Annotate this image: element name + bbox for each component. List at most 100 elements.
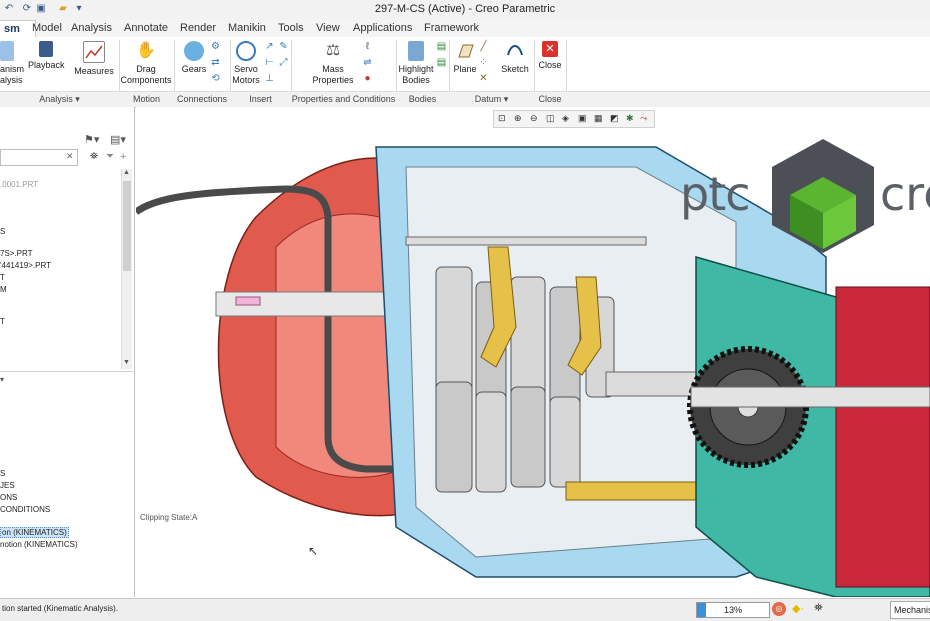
plane-icon bbox=[455, 41, 475, 61]
tree-columns-icon[interactable]: ▤▾ bbox=[110, 133, 126, 146]
ribbon-tabs: sm Model Analysis Annotate Render Maniki… bbox=[0, 20, 930, 38]
mechanism-analysis-button[interactable]: anism alysis bbox=[0, 41, 28, 86]
tree-item[interactable]: .0001.PRT bbox=[0, 180, 38, 189]
tree-settings-icon[interactable]: ⚑▾ bbox=[84, 133, 99, 146]
sketch-icon bbox=[505, 41, 525, 61]
tree-scrollbar[interactable]: ▲ ▼ bbox=[121, 169, 132, 369]
tree-item[interactable]: ONS bbox=[0, 493, 17, 502]
tree-item[interactable]: notion (KINEMATICS) bbox=[0, 540, 78, 549]
group-label-connections: Connections bbox=[176, 94, 228, 104]
body-icon[interactable]: ▤ bbox=[436, 41, 447, 52]
damper-icon[interactable]: ⇄ bbox=[210, 57, 221, 68]
gears-button[interactable]: Gears bbox=[178, 41, 210, 75]
connect-icon[interactable]: ⇌ bbox=[362, 57, 373, 68]
stop-icon[interactable]: ● bbox=[362, 73, 373, 84]
mass-icon: ⚖ bbox=[325, 42, 341, 59]
servo-motor-icon bbox=[236, 41, 256, 61]
force-motor-icon[interactable]: ↗ bbox=[264, 41, 275, 52]
termination-icon[interactable]: ⤢ bbox=[278, 57, 289, 68]
scroll-down-icon[interactable]: ▼ bbox=[123, 359, 130, 366]
plane-button[interactable]: Plane bbox=[452, 41, 478, 75]
close-button[interactable]: ✕ Close bbox=[536, 41, 564, 71]
hand-icon: ✋ bbox=[136, 42, 156, 59]
group-label-analysis[interactable]: Analysis ▾ bbox=[0, 94, 119, 105]
scroll-up-icon[interactable]: ▲ bbox=[123, 169, 130, 176]
group-label-datum[interactable]: Datum ▾ bbox=[449, 94, 534, 105]
status-message: tion started (Kinematic Analysis). bbox=[2, 604, 119, 613]
force-icon[interactable]: ⊢ bbox=[264, 57, 275, 68]
ribbon: anism alysis Playback Measures ✋ Drag Co… bbox=[0, 37, 930, 91]
tree-item[interactable]: T bbox=[0, 273, 5, 282]
progress-text: 13% bbox=[723, 605, 742, 615]
tab-tools[interactable]: Tools bbox=[273, 20, 309, 37]
group-label-properties: Properties and Conditions bbox=[291, 94, 396, 104]
graphics-viewport[interactable]: ⊡ ⊕ ⊖ ◫ ◈ ▣ ▦ ◩ ✱ ⤳ ptc cr Clipping Stat… bbox=[136, 107, 930, 597]
measures-button[interactable]: Measures bbox=[74, 41, 114, 77]
mechanism-analysis-icon bbox=[0, 41, 14, 61]
measures-icon bbox=[83, 41, 105, 63]
tree-item[interactable]: S bbox=[0, 469, 5, 478]
highlight-bodies-icon bbox=[408, 41, 424, 61]
title-bar: ↶ ⟳ ▣ ▰ ▾ 297-M-CS (Active) - Creo Param… bbox=[0, 0, 930, 21]
clear-search-icon[interactable]: ✕ bbox=[66, 151, 74, 162]
close-icon: ✕ bbox=[542, 41, 558, 57]
playback-icon bbox=[39, 41, 53, 57]
group-label-insert: Insert bbox=[249, 94, 272, 104]
group-label-close: Close bbox=[538, 94, 562, 104]
servo-motors-button[interactable]: Servo Motors bbox=[230, 41, 262, 86]
stop-analysis-icon[interactable]: ◎ bbox=[772, 602, 786, 616]
tab-framework[interactable]: Framework bbox=[419, 20, 484, 37]
tab-applications[interactable]: Applications bbox=[348, 20, 417, 37]
status-bar: tion started (Kinematic Analysis). 13% ◎… bbox=[0, 598, 930, 621]
tab-view[interactable]: View bbox=[311, 20, 345, 37]
tree-item[interactable]: JES bbox=[0, 481, 15, 490]
progress-bar: 13% bbox=[696, 602, 770, 618]
sketch-button[interactable]: Sketch bbox=[500, 41, 530, 75]
tree-item[interactable]: T bbox=[0, 317, 5, 326]
binoculars-icon[interactable]: ⛯ bbox=[814, 602, 823, 615]
tree-item[interactable]: '441419>.PRT bbox=[0, 261, 51, 270]
shaft-spline bbox=[235, 296, 261, 306]
mode-selector[interactable]: Mechanis bbox=[890, 601, 930, 619]
mouse-cursor-icon: ↖ bbox=[308, 544, 319, 558]
tree-item[interactable]: M bbox=[0, 285, 7, 294]
point-icon[interactable]: ⁘ bbox=[478, 57, 489, 68]
tab-model[interactable]: Model bbox=[27, 20, 67, 37]
initial-condition-icon[interactable]: ✎ bbox=[278, 41, 289, 52]
measure-icon[interactable]: ℓ bbox=[362, 41, 373, 52]
filter-icon[interactable]: ⏷ bbox=[106, 151, 114, 162]
add-icon[interactable]: + bbox=[120, 151, 126, 163]
ribbon-group-labels: Analysis ▾ Motion Connections Insert Pro… bbox=[0, 91, 930, 108]
tab-manikin[interactable]: Manikin bbox=[223, 20, 271, 37]
mass-properties-button[interactable]: ⚖ Mass Properties bbox=[306, 41, 360, 86]
rear-red-part bbox=[835, 286, 930, 588]
playback-light-icon[interactable]: ◆· bbox=[792, 602, 804, 615]
belt-icon[interactable]: ⟲ bbox=[210, 73, 221, 84]
tree-item[interactable]: 7S>.PRT bbox=[0, 249, 33, 258]
csys-icon[interactable]: ✕ bbox=[478, 73, 489, 84]
output-shaft-front bbox=[690, 386, 930, 408]
creo-logo-text: cre bbox=[880, 167, 930, 221]
ptc-logo-text: ptc bbox=[680, 167, 751, 221]
tab-render[interactable]: Render bbox=[175, 20, 221, 37]
tree-item-selected[interactable]: on (KINEMATICS) bbox=[0, 527, 69, 538]
collapse-icon[interactable]: ▾ bbox=[0, 375, 4, 384]
tree-item[interactable]: S bbox=[0, 227, 5, 236]
spring-icon[interactable]: ⚙ bbox=[210, 41, 221, 52]
gears-icon bbox=[184, 41, 204, 61]
highlight-bodies-button[interactable]: Highlight Bodies bbox=[396, 41, 436, 86]
axis-icon[interactable]: ╱ bbox=[478, 41, 489, 52]
tree-scroll-thumb[interactable] bbox=[123, 181, 131, 271]
body-2-icon[interactable]: ▤ bbox=[436, 57, 447, 68]
drag-components-button[interactable]: ✋ Drag Components bbox=[119, 41, 173, 86]
find-icon[interactable]: ⛯ bbox=[90, 151, 98, 162]
playback-button[interactable]: Playback bbox=[28, 41, 65, 71]
panel-divider bbox=[0, 371, 133, 372]
tab-annotate[interactable]: Annotate bbox=[119, 20, 173, 37]
creo-logo-icon bbox=[772, 139, 874, 253]
tree-item[interactable]: CONDITIONS bbox=[0, 505, 50, 514]
gravity-icon[interactable]: ⊥ bbox=[264, 73, 275, 84]
clipping-state-label: Clipping State:A bbox=[140, 513, 198, 522]
group-label-bodies: Bodies bbox=[408, 94, 437, 104]
tab-analysis[interactable]: Analysis bbox=[66, 20, 117, 37]
